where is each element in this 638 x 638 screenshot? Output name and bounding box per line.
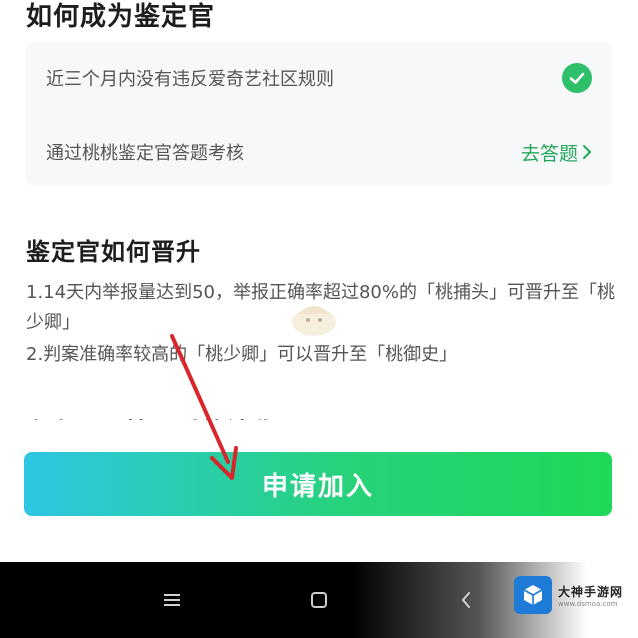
check-icon: [562, 63, 592, 93]
peach-watermark-icon: [284, 296, 344, 340]
promotion-item: 2.判案准确率较高的「桃少卿」可以晋升至「桃御史」: [26, 344, 458, 365]
brand-name: 大神手游网: [558, 584, 624, 599]
requirement-row: 近三个月内没有违反爱奇艺社区规则: [46, 58, 592, 98]
brand-url: www.dsmoa.com: [558, 599, 618, 608]
section-title-promotion: 鉴定官如何晋升: [26, 238, 201, 266]
apply-join-button[interactable]: 申请加入: [24, 452, 612, 516]
requirement-text: 近三个月内没有违反爱奇艺社区规则: [46, 69, 334, 90]
section-title-become: 如何成为鉴定官: [26, 2, 216, 32]
brand-cube-icon: [514, 576, 552, 614]
requirements-card: 近三个月内没有违反爱奇艺社区规则 通过桃桃鉴定官答题考核 去答题: [26, 42, 612, 186]
back-icon[interactable]: [452, 586, 480, 614]
brand-watermark: 大神手游网 www.dsmoa.com: [514, 576, 623, 614]
home-icon[interactable]: [305, 586, 333, 614]
menu-icon[interactable]: [158, 586, 186, 614]
requirement-row[interactable]: 通过桃桃鉴定官答题考核 去答题: [46, 132, 592, 172]
section-title-revoke: 存在以下情况时将被收回: [26, 402, 301, 420]
chevron-right-icon: [583, 145, 591, 159]
requirement-text: 通过桃桃鉴定官答题考核: [46, 143, 244, 164]
go-answer-link[interactable]: 去答题: [521, 139, 592, 166]
